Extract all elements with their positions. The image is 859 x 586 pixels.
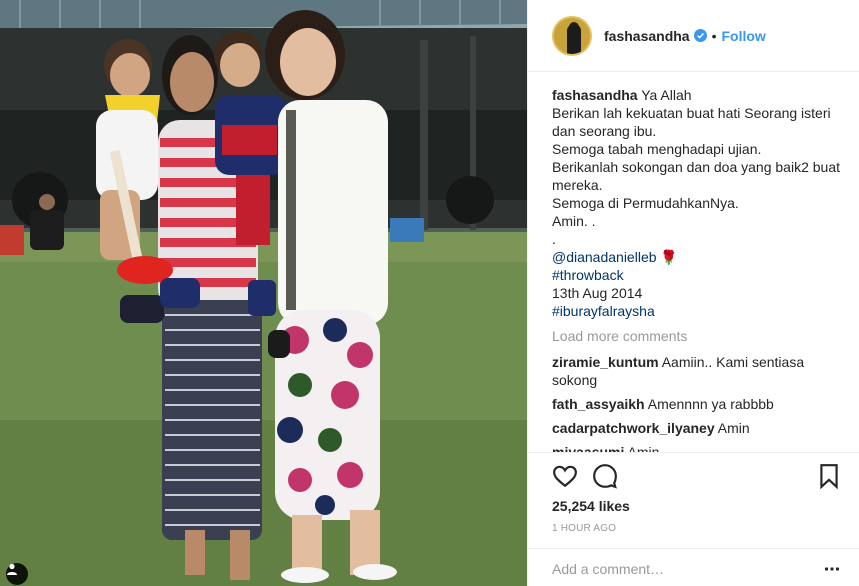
comment-username[interactable]: fath_assyaikh bbox=[552, 396, 645, 412]
load-more-comments-button[interactable]: Load more comments bbox=[552, 327, 842, 345]
comment-text: Amin bbox=[717, 420, 750, 436]
person-tag-icon bbox=[7, 563, 17, 575]
comment-item: fath_assyaikh Amennnn ya rabbbb bbox=[552, 395, 842, 413]
likes-count[interactable]: 25,254 likes bbox=[552, 498, 630, 514]
mention-link[interactable]: @dianadanielleb bbox=[552, 249, 657, 265]
caption-line: Amin. . bbox=[552, 213, 596, 229]
comments-list[interactable]: fashasandha Ya Allah Berikan lah kekuata… bbox=[552, 86, 842, 452]
comment-text: Amin bbox=[627, 444, 660, 452]
photo-illustration bbox=[0, 0, 527, 586]
hashtag-link[interactable]: #throwback bbox=[552, 266, 842, 284]
comment-username[interactable]: miyaasumi bbox=[552, 444, 624, 452]
comment-item: miyaasumi Amin bbox=[552, 443, 842, 452]
caption-line: Ya Allah bbox=[641, 87, 692, 103]
caption-line: Semoga di PermudahkanNya. bbox=[552, 195, 739, 211]
caption-line: Semoga tabah menghadapi ujian. bbox=[552, 141, 762, 157]
follow-button[interactable]: Follow bbox=[722, 28, 766, 44]
heart-icon[interactable] bbox=[552, 463, 578, 489]
comment-username[interactable]: ziramie_kuntum bbox=[552, 354, 659, 370]
caption-line: Berikanlah sokongan dan doa yang baik2 b… bbox=[552, 159, 840, 193]
comment-username[interactable]: cadarpatchwork_ilyaney bbox=[552, 420, 715, 436]
action-icons-row bbox=[552, 463, 838, 489]
post-timestamp[interactable]: 1 HOUR AGO bbox=[552, 523, 616, 534]
post-photo[interactable] bbox=[0, 0, 527, 586]
post-side-panel: fashasandha • Follow fashasandha Ya Alla… bbox=[527, 0, 859, 586]
ellipsis-icon[interactable] bbox=[824, 561, 840, 577]
verified-badge-icon bbox=[693, 29, 707, 42]
caption-username[interactable]: fashasandha bbox=[552, 87, 638, 103]
comment-item: ziramie_kuntum Aamiin.. Kami sentiasa so… bbox=[552, 353, 842, 389]
bookmark-icon[interactable] bbox=[816, 463, 842, 489]
caption-line: Berikan lah kekuatan buat hati Seorang i… bbox=[552, 105, 831, 139]
speech-bubble-icon[interactable] bbox=[592, 463, 618, 489]
comment-input[interactable] bbox=[552, 559, 802, 579]
caption-date: 13th Aug 2014 bbox=[552, 285, 643, 301]
tag-button[interactable] bbox=[6, 563, 28, 585]
caption-line: . bbox=[552, 231, 556, 247]
post-caption: fashasandha Ya Allah Berikan lah kekuata… bbox=[552, 86, 842, 320]
avatar[interactable] bbox=[552, 15, 592, 56]
rose-emoji: 🌹 bbox=[660, 249, 678, 265]
post-header: fashasandha • Follow bbox=[528, 0, 859, 72]
add-comment-bar bbox=[528, 548, 859, 586]
hashtag-link[interactable]: #iburayfalraysha bbox=[552, 302, 842, 320]
post-actions: 25,254 likes 1 HOUR AGO bbox=[528, 452, 859, 534]
comment-item: cadarpatchwork_ilyaney Amin bbox=[552, 419, 842, 437]
comment-text: Amennnn ya rabbbb bbox=[647, 396, 774, 412]
header-separator: • bbox=[711, 27, 717, 44]
header-username[interactable]: fashasandha bbox=[604, 28, 690, 44]
